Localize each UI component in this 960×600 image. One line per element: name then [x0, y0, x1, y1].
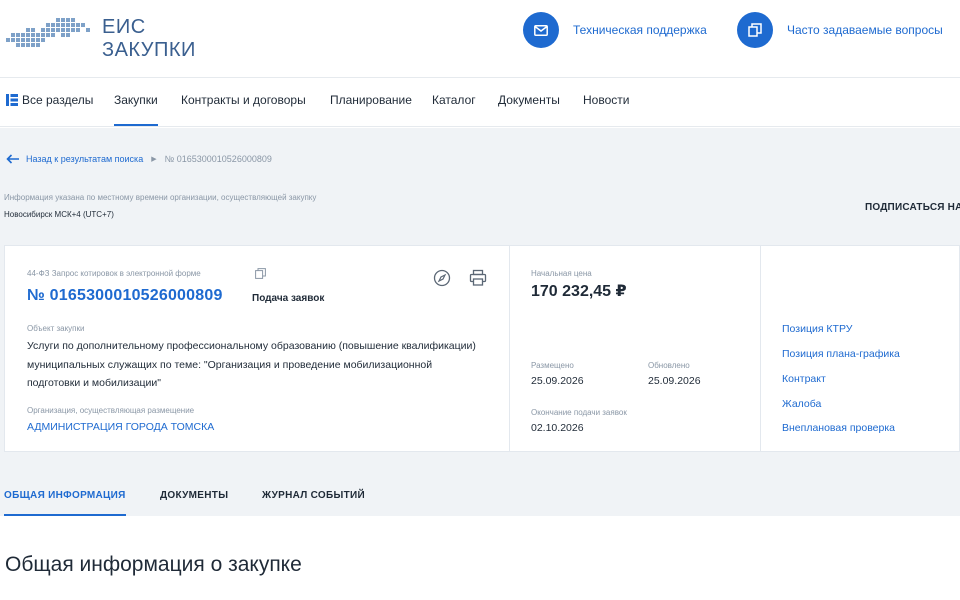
unscheduled-check-link[interactable]: Внеплановая проверка: [782, 422, 895, 434]
tab-event-log[interactable]: ЖУРНАЛ СОБЫТИЙ: [262, 490, 365, 501]
ktru-position-link[interactable]: Позиция КТРУ: [782, 323, 852, 335]
support-link[interactable]: Техническая поддержка: [523, 12, 707, 48]
logo-text: ЕИС ЗАКУПКИ: [102, 16, 196, 61]
faq-link[interactable]: Часто задаваемые вопросы: [737, 12, 943, 48]
russia-map-logo-icon: [6, 18, 90, 47]
contract-link[interactable]: Контракт: [782, 373, 826, 385]
nav-all-sections-label: Все разделы: [22, 93, 94, 107]
purchase-number: № 0165300010526000809: [27, 287, 223, 304]
site-header: ЕИС ЗАКУПКИ Техническая поддержка Часто …: [0, 0, 960, 78]
eis-logo[interactable]: ЕИС ЗАКУПКИ: [4, 8, 204, 68]
placed-label: Размещено: [531, 361, 574, 370]
timezone-note: Информация указана по местному времени о…: [4, 193, 317, 202]
compass-icon[interactable]: [433, 269, 451, 287]
law-type: 44-ФЗ Запрос котировок в электронной фор…: [27, 269, 201, 278]
deadline-date: 02.10.2026: [531, 422, 584, 434]
updated-label: Обновлено: [648, 361, 690, 370]
object-text: Услуги по дополнительному профессиональн…: [27, 340, 476, 389]
all-sections-icon: [6, 94, 18, 106]
price-label: Начальная цена: [531, 269, 592, 278]
placed-date: 25.09.2026: [531, 375, 584, 387]
card-divider: [760, 246, 761, 451]
nav-news[interactable]: Новости: [583, 93, 629, 107]
copy-icon[interactable]: [255, 268, 266, 279]
updated-date: 25.09.2026: [648, 375, 701, 387]
support-link-label: Техническая поддержка: [573, 23, 707, 37]
timezone-value: Новосибирск МСК+4 (UTC+7): [4, 210, 114, 219]
breadcrumb: Назад к результатам поиска ▶ № 016530001…: [6, 152, 272, 166]
nav-purchases[interactable]: Закупки: [114, 93, 158, 126]
faq-link-label: Часто задаваемые вопросы: [787, 23, 943, 37]
initial-price: 170 232,45 ₽: [531, 283, 627, 300]
organization-label: Организация, осуществляющая размещение: [27, 406, 195, 415]
status-badge: Подача заявок: [252, 293, 325, 304]
faq-icon: [737, 12, 773, 48]
deadline-label: Окончание подачи заявок: [531, 408, 627, 417]
organization-link[interactable]: АДМИНИСТРАЦИЯ ГОРОДА ТОМСКА: [27, 421, 214, 433]
object-label: Объект закупки: [27, 324, 85, 333]
tab-documents[interactable]: ДОКУМЕНТЫ: [160, 490, 228, 501]
card-divider: [509, 246, 510, 451]
nav-planning[interactable]: Планирование: [330, 93, 412, 107]
nav-catalog[interactable]: Каталог: [432, 93, 476, 107]
section-title: Общая информация о закупке: [5, 553, 302, 576]
breadcrumb-separator-icon: ▶: [151, 156, 157, 163]
subscribe-button[interactable]: ПОДПИСАТЬСЯ НА: [865, 202, 960, 213]
nav-contracts[interactable]: Контракты и договоры: [181, 93, 306, 107]
complaint-link[interactable]: Жалоба: [782, 398, 821, 410]
main-nav: Все разделы Закупки Контракты и договоры…: [0, 79, 960, 127]
breadcrumb-current: № 0165300010526000809: [164, 154, 272, 164]
arrow-left-icon[interactable]: [6, 154, 20, 164]
schedule-position-link[interactable]: Позиция плана-графика: [782, 348, 900, 360]
nav-documents[interactable]: Документы: [498, 93, 560, 107]
nav-all-sections[interactable]: Все разделы: [6, 93, 93, 107]
tab-general-info[interactable]: ОБЩАЯ ИНФОРМАЦИЯ: [4, 490, 126, 516]
purchase-card: 44-ФЗ Запрос котировок в электронной фор…: [4, 245, 960, 452]
mail-icon: [523, 12, 559, 48]
back-to-results-link[interactable]: Назад к результатам поиска: [26, 154, 143, 164]
purchase-tabs: ОБЩАЯ ИНФОРМАЦИЯ ДОКУМЕНТЫ ЖУРНАЛ СОБЫТИ…: [0, 470, 960, 516]
print-icon[interactable]: [469, 269, 487, 287]
